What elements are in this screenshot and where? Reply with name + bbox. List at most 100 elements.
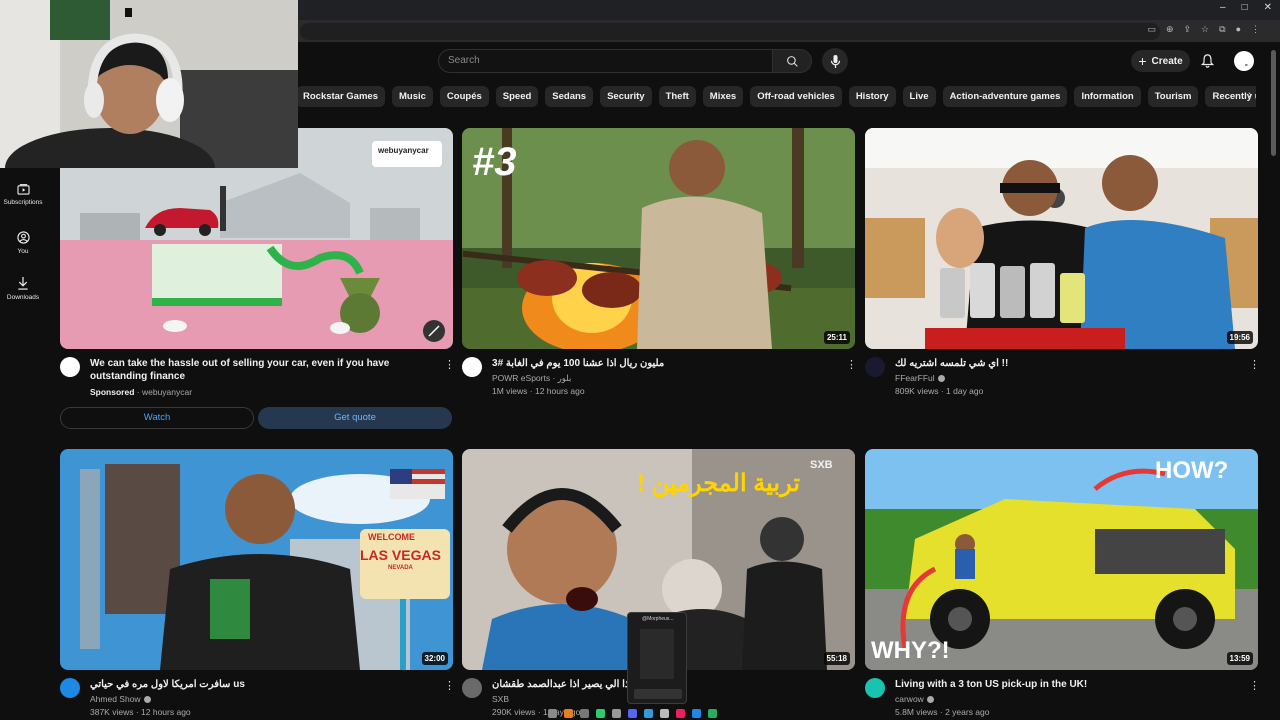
get-quote-button[interactable]: Get quote — [258, 407, 452, 429]
more-options-icon[interactable]: ⋮ — [1249, 358, 1260, 371]
minimize-icon[interactable]: – — [1220, 2, 1226, 13]
scrollbar[interactable] — [1271, 50, 1276, 156]
filter-chip[interactable]: Theft — [658, 86, 696, 107]
video-thumbnail[interactable]: HOW? WHY?! 13:59 — [865, 449, 1258, 670]
channel-row: carwow — [895, 693, 934, 706]
channel-name[interactable]: webuyanycar — [142, 387, 192, 397]
video-title[interactable]: اي شي تلمسه اشتريه لك !! — [895, 357, 1235, 370]
sponsored-label: Sponsored — [90, 387, 135, 397]
chevron-right-icon[interactable]: › — [1248, 89, 1252, 101]
window-controls[interactable]: – □ ✕ — [1220, 2, 1272, 13]
taskbar-app-icon[interactable] — [564, 708, 573, 718]
nav-subscriptions[interactable]: Subscriptions — [0, 184, 46, 206]
verified-icon — [926, 696, 934, 704]
channel-avatar[interactable] — [60, 678, 80, 698]
video-thumbnail[interactable]: #3 25:11 — [462, 128, 855, 349]
create-button[interactable]: + Create — [1131, 50, 1190, 72]
extension-icons: ▭ ⊕ ⇪ ☆ ⧉ ● ⋮ — [1147, 24, 1260, 35]
video-stats: 387K views · 12 hours ago — [90, 707, 191, 717]
floating-app-preview[interactable]: @Morpheus... — [627, 612, 687, 704]
filter-chip[interactable]: Speed — [495, 86, 539, 107]
bookmark-icon[interactable]: ☆ — [1201, 24, 1209, 35]
channel-watermark: SXB — [810, 459, 833, 471]
share-icon[interactable]: ⇪ — [1184, 24, 1192, 35]
duration-badge: 19:56 — [1226, 331, 1253, 344]
filter-chip[interactable]: History — [848, 86, 896, 107]
more-options-icon[interactable]: ⋮ — [444, 358, 455, 371]
thumbnail-overlay: تربية المجرمين ! — [637, 470, 800, 497]
taskbar-app-icon[interactable] — [644, 708, 653, 718]
video-thumbnail[interactable]: WELCOME LAS VEGAS NEVADA 32:00 — [60, 449, 453, 670]
filter-chip[interactable]: Rockstar Games — [296, 86, 385, 107]
taskbar-app-icon[interactable] — [628, 708, 637, 718]
taskbar-app-icon[interactable] — [612, 708, 621, 718]
nav-downloads[interactable]: Downloads — [0, 277, 46, 301]
taskbar-icons — [548, 706, 758, 720]
filter-chip[interactable]: Action-adventure games — [942, 86, 1068, 107]
notifications-button[interactable] — [1198, 52, 1216, 70]
filter-chip[interactable]: Coupés — [439, 86, 489, 107]
taskbar-app-icon[interactable] — [676, 708, 685, 718]
search-icon — [786, 55, 798, 67]
channel-avatar[interactable] — [60, 357, 80, 377]
popup-controls[interactable] — [634, 689, 682, 699]
search-button[interactable] — [772, 49, 812, 73]
taskbar-app-icon[interactable] — [548, 708, 557, 718]
nav-you[interactable]: You — [0, 231, 46, 255]
video-stats: 809K views · 1 day ago — [895, 386, 984, 396]
more-options-icon[interactable]: ⋮ — [444, 679, 455, 692]
taskbar-app-icon[interactable] — [580, 708, 589, 718]
video-thumbnail[interactable]: 19:56 — [865, 128, 1258, 349]
channel-avatar[interactable] — [462, 678, 482, 698]
more-options-icon[interactable]: ⋮ — [846, 358, 857, 371]
filter-chip[interactable]: Live — [902, 86, 936, 107]
download-icon — [18, 277, 28, 290]
channel-name[interactable]: SXB — [492, 693, 509, 706]
filter-chip[interactable]: Mixes — [702, 86, 744, 107]
channel-avatar[interactable] — [865, 357, 885, 377]
channel-avatar[interactable] — [462, 357, 482, 377]
cast-icon[interactable]: ▭ — [1147, 24, 1156, 35]
taskbar-app-icon[interactable] — [708, 708, 717, 718]
watch-button[interactable]: Watch — [60, 407, 254, 429]
filter-chip[interactable]: Information — [1074, 86, 1141, 107]
more-options-icon[interactable]: ⋮ — [1249, 679, 1260, 692]
filter-chip[interactable]: Tourism — [1147, 86, 1199, 107]
channel-avatar[interactable] — [865, 678, 885, 698]
nav-downloads-label: Downloads — [6, 294, 40, 301]
close-icon[interactable]: ✕ — [1264, 2, 1272, 13]
video-title[interactable]: Living with a 3 ton US pick-up in the UK… — [895, 678, 1235, 691]
address-bar[interactable] — [300, 23, 1160, 40]
voice-search-button[interactable] — [822, 48, 848, 74]
filter-chip[interactable]: Music — [391, 86, 433, 107]
browser-menu-icon[interactable]: ⋮ — [1251, 24, 1260, 35]
subscriptions-icon — [16, 184, 30, 195]
taskbar-app-icon[interactable] — [660, 708, 669, 718]
profile-icon[interactable]: ● — [1236, 24, 1241, 35]
search-input[interactable]: Search — [438, 49, 773, 73]
video-title[interactable]: We can take the hassle out of selling yo… — [90, 357, 435, 383]
video-title[interactable]: مليون ريال اذا عشنا 100 يوم في الغابة #3 — [492, 357, 832, 370]
channel-name[interactable]: POWR eSports · بلور — [492, 372, 571, 385]
duration-badge: 13:59 — [1226, 652, 1253, 665]
video-title[interactable]: سافرت امريكا لاول مره في حياتي us — [90, 678, 430, 691]
account-avatar[interactable]: ٍ — [1234, 51, 1254, 71]
filter-chip[interactable]: Security — [600, 86, 652, 107]
duration-badge: 55:18 — [823, 652, 850, 665]
channel-name[interactable]: Ahmed Show — [90, 694, 141, 704]
filter-chip[interactable]: Sedans — [545, 86, 594, 107]
taskbar-app-icon[interactable] — [596, 708, 605, 718]
filter-chip[interactable]: Off-road vehicles — [750, 86, 842, 107]
video-meta: Sponsored · webuyanycar — [90, 387, 193, 397]
maximize-icon[interactable]: □ — [1242, 2, 1248, 13]
video-stats: 5.8M views · 2 years ago — [895, 707, 990, 717]
taskbar-app-icon[interactable] — [692, 708, 701, 718]
webcam-overlay — [0, 0, 298, 168]
channel-name[interactable]: FFearFFul — [895, 373, 935, 383]
nav-you-label: You — [17, 248, 29, 255]
zoom-icon[interactable]: ⊕ — [1166, 24, 1174, 35]
popup-content — [640, 629, 674, 679]
extension-icon[interactable]: ⧉ — [1219, 24, 1225, 35]
duration-badge: 32:00 — [421, 652, 448, 665]
channel-name[interactable]: carwow — [895, 694, 924, 704]
